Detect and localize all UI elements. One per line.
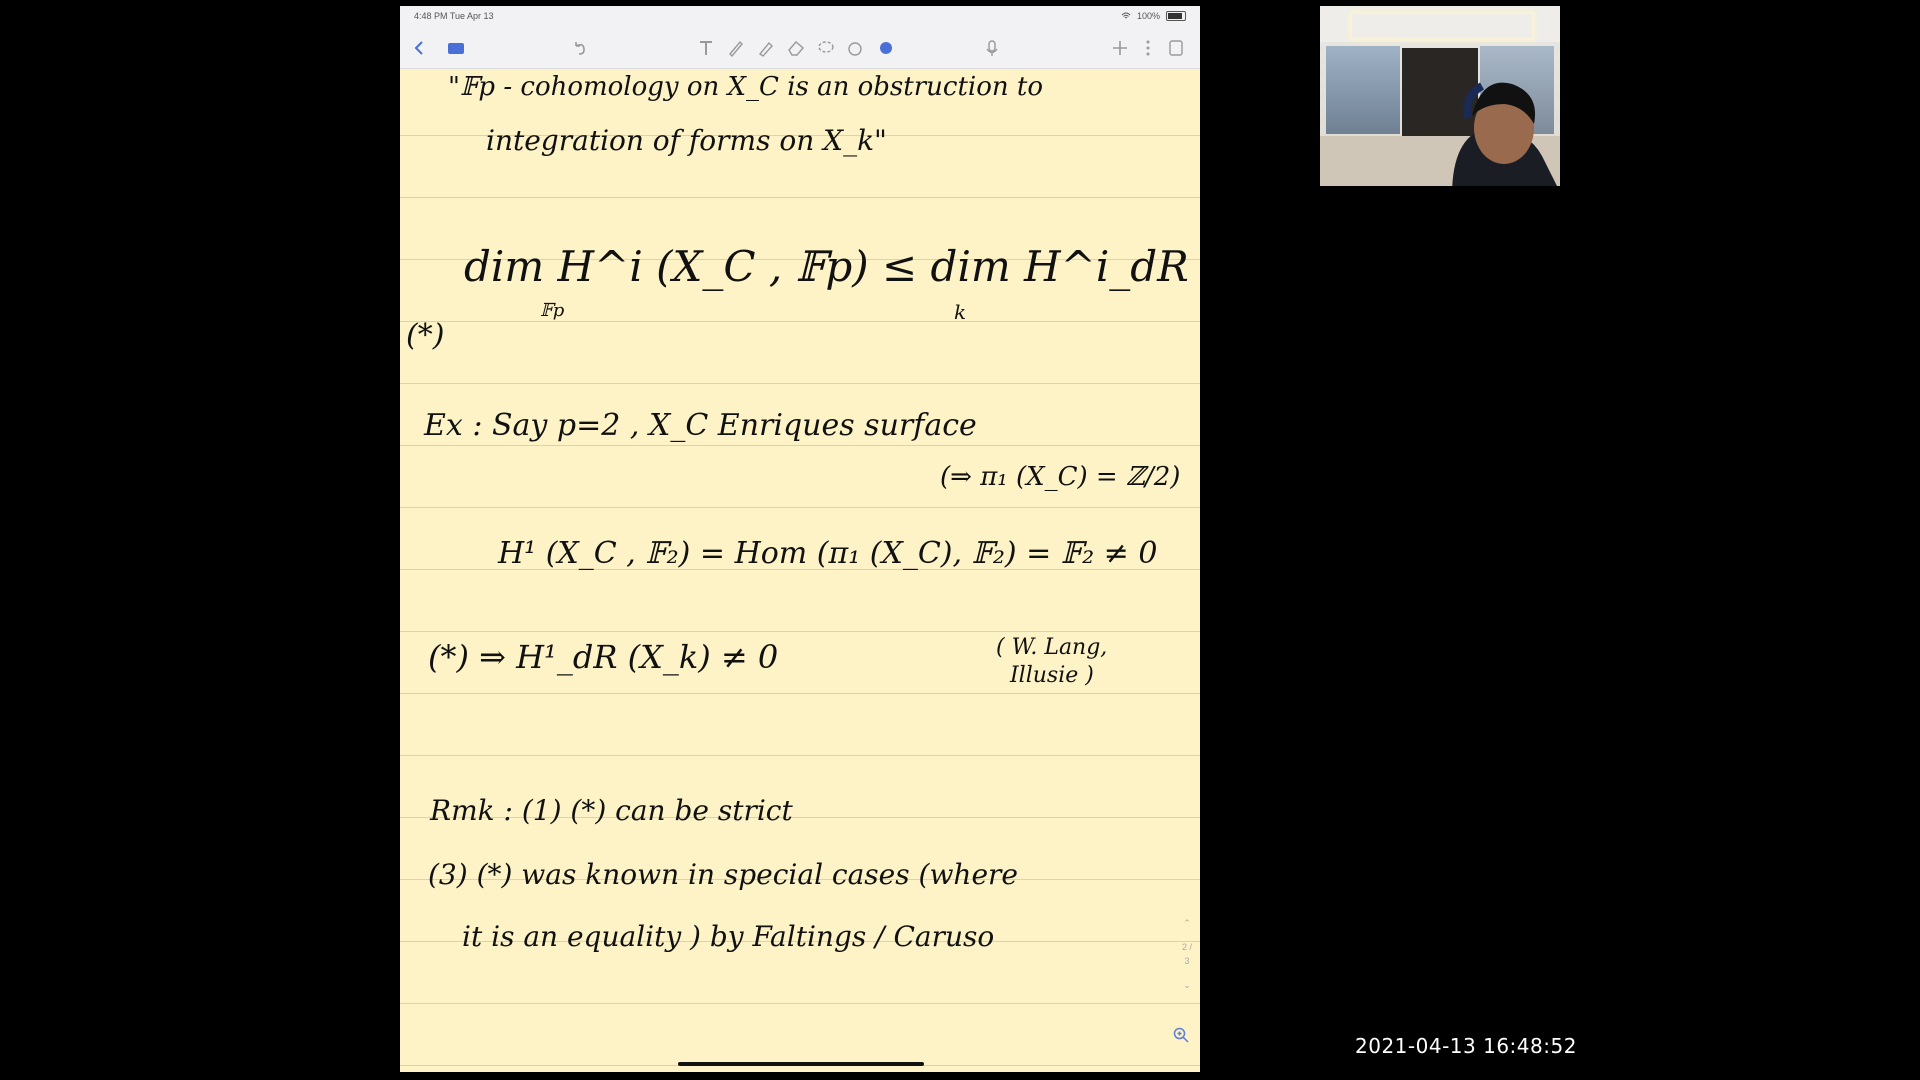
note-line-1: "𝔽p - cohomology on X_C is an obstructio… <box>448 72 1043 102</box>
documents-icon[interactable] <box>444 36 468 60</box>
lasso-icon[interactable] <box>814 36 838 60</box>
add-icon[interactable] <box>1108 36 1132 60</box>
remark-1: Rmk : (1) (*) can be strict <box>430 794 793 827</box>
dim-subscript-left: 𝔽p <box>540 300 565 321</box>
window-left <box>1326 46 1400 134</box>
zoom-icon[interactable] <box>1172 1026 1190 1044</box>
page-indicator: 2 / 3 <box>1181 942 1192 966</box>
highlighter-icon[interactable] <box>754 36 778 60</box>
battery-percent: 100% <box>1136 11 1160 21</box>
webcam-video <box>1320 6 1560 186</box>
pen-icon[interactable] <box>724 36 748 60</box>
eraser-icon[interactable] <box>784 36 808 60</box>
remark-3-continued: it is an equality ) by Faltings / Caruso <box>462 920 995 953</box>
chevron-up-icon[interactable]: ⌃ <box>1180 916 1194 930</box>
note-line-2: integration of forms on X_k" <box>486 124 887 157</box>
microphone-icon[interactable] <box>980 36 1004 60</box>
battery-icon <box>1166 11 1186 21</box>
page-scroller[interactable]: ⌃ 2 / 3 ⌄ <box>1180 916 1194 992</box>
dimension-inequality: dim H^i (X_C , 𝔽p) ≤ dim H^i_dR (X_k) <box>464 242 1200 291</box>
recording-timestamp: 2021-04-13 16:48:52 <box>1355 1034 1577 1058</box>
notes-app-window: 4:48 PM Tue Apr 13 100% "𝔽p - cohomology… <box>400 6 1200 1072</box>
star-label: (*) <box>406 318 445 353</box>
chevron-down-icon[interactable]: ⌄ <box>1180 978 1194 992</box>
note-page[interactable]: "𝔽p - cohomology on X_C is an obstructio… <box>400 68 1200 1072</box>
text-tool-icon[interactable] <box>694 36 718 60</box>
more-icon[interactable] <box>1136 36 1160 60</box>
remark-3: (3) (*) was known in special cases (wher… <box>428 858 1018 891</box>
shapes-icon[interactable] <box>844 36 868 60</box>
toolbar <box>400 28 1200 69</box>
pages-icon[interactable] <box>1164 36 1188 60</box>
example-implication: (⇒ π₁ (X_C) = ℤ/2) <box>940 462 1181 492</box>
example-line: Ex : Say p=2 , X_C Enriques surface <box>424 408 977 443</box>
status-bar: 4:48 PM Tue Apr 13 100% <box>400 6 1200 28</box>
undo-icon[interactable] <box>568 36 592 60</box>
h1-equation: H¹ (X_C , 𝔽₂) = Hom (π₁ (X_C), 𝔽₂) = 𝔽₂ … <box>498 536 1158 571</box>
presenter-avatar <box>1452 82 1557 186</box>
dim-subscript-right: k <box>954 300 967 324</box>
status-time: 4:48 PM Tue Apr 13 <box>414 11 494 21</box>
wifi-icon <box>1121 12 1131 19</box>
chevron-left-icon[interactable] <box>408 36 432 60</box>
star-implication: (*) ⇒ H¹_dR (X_k) ≠ 0 <box>428 638 779 676</box>
citation: ( W. Lang, Illusie ) <box>996 635 1108 688</box>
laser-icon[interactable] <box>874 36 898 60</box>
home-indicator <box>678 1062 924 1066</box>
